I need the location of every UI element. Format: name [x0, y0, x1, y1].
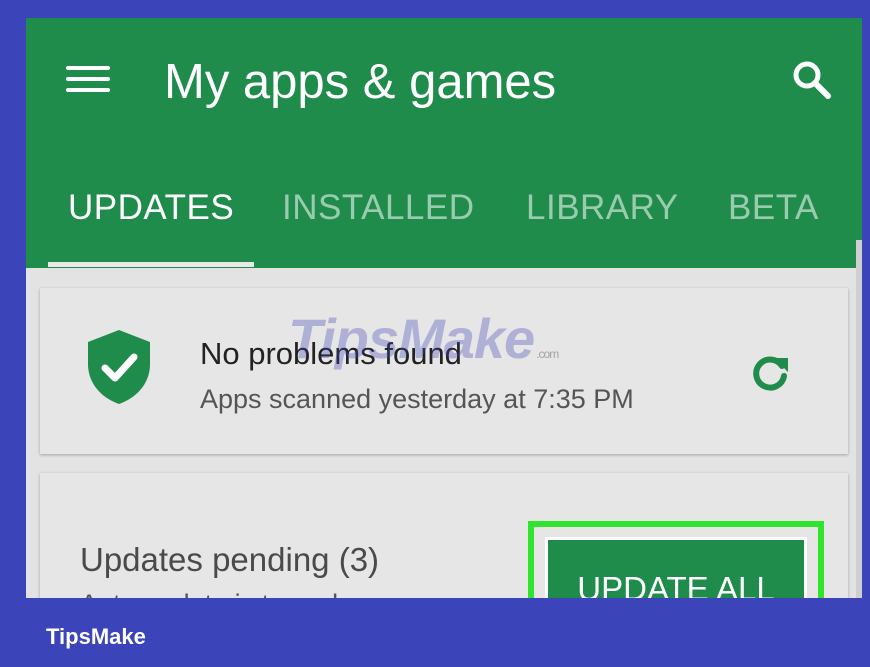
- tab-updates[interactable]: UPDATES: [68, 188, 234, 228]
- menu-icon[interactable]: [66, 62, 110, 96]
- tab-installed[interactable]: INSTALLED: [282, 188, 475, 228]
- tab-bar: UPDATES INSTALLED LIBRARY BETA: [26, 178, 862, 268]
- scroll-edge: [856, 240, 862, 598]
- tab-library[interactable]: LIBRARY: [526, 188, 679, 228]
- tab-beta[interactable]: BETA: [728, 188, 819, 228]
- refresh-icon[interactable]: [748, 352, 792, 396]
- shield-check-icon: [84, 328, 154, 406]
- scan-status-subtitle: Apps scanned yesterday at 7:35 PM: [200, 384, 634, 414]
- update-all-button[interactable]: UPDATE ALL: [545, 537, 807, 598]
- updates-pending-title: Updates pending (3): [80, 541, 380, 578]
- search-icon[interactable]: [788, 56, 836, 104]
- active-tab-indicator: [48, 262, 254, 267]
- brand-logo: TipsMake: [46, 624, 146, 649]
- security-card: No problems found Apps scanned yesterday…: [40, 288, 848, 454]
- auto-update-status: Auto-update is turned on: [80, 589, 376, 598]
- updates-card: Updates pending (3) Auto-update is turne…: [40, 473, 848, 598]
- phone-screen: My apps & games UPDATES INSTALLED LIBRAR…: [26, 18, 862, 598]
- scan-status-title: No problems found: [200, 336, 462, 371]
- app-bar: My apps & games UPDATES INSTALLED LIBRAR…: [26, 18, 862, 268]
- page-title: My apps & games: [164, 55, 557, 109]
